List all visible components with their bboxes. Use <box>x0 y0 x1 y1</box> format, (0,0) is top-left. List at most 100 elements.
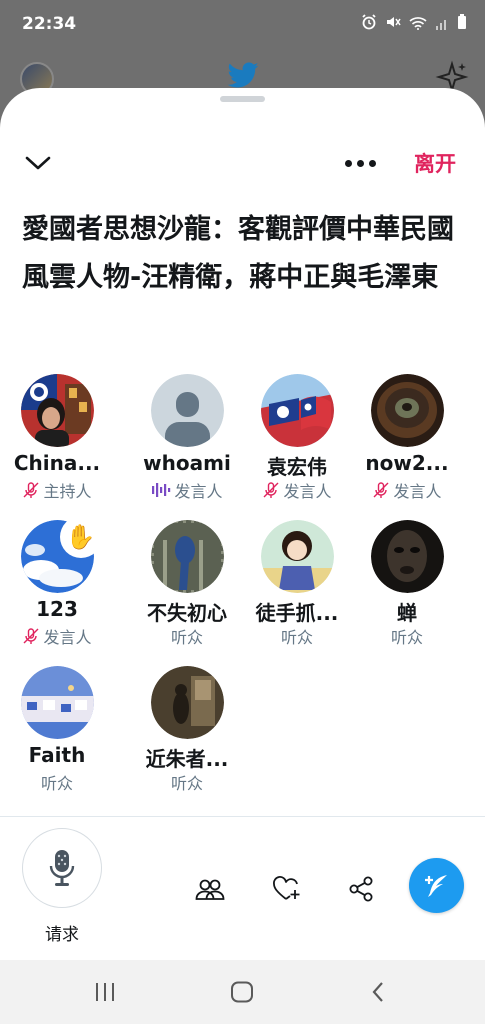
avatar[interactable] <box>20 666 94 739</box>
participant-name: China... <box>13 451 101 475</box>
participant-role: 听众 <box>242 625 352 647</box>
status-icons <box>361 14 467 34</box>
compose-tweet-button[interactable] <box>409 858 464 913</box>
speaking-wave-icon <box>152 483 171 497</box>
participant-name: Faith <box>28 743 86 767</box>
avatar[interactable] <box>150 666 224 739</box>
avatar[interactable] <box>150 374 224 447</box>
participant-role: 发言人 <box>2 625 112 647</box>
participant-role-label: 发言人 <box>174 482 223 501</box>
participant-role-label: 听众 <box>170 628 203 647</box>
participant[interactable]: 不失初心 听众 <box>132 520 242 647</box>
request-label: 请求 <box>45 925 79 945</box>
avatar[interactable] <box>370 374 444 447</box>
participant-role-label: 听众 <box>170 774 203 793</box>
home-icon <box>231 981 253 1003</box>
recent-apps-button[interactable] <box>85 978 125 1006</box>
participant-avatar-image <box>370 520 444 593</box>
participant-role: 听众 <box>132 771 242 793</box>
participant[interactable]: 袁宏伟 发言人 <box>242 374 352 501</box>
participant[interactable]: 近朱者... 听众 <box>132 666 242 793</box>
participant-name: 袁宏伟 <box>267 455 327 479</box>
share-icon <box>349 876 373 902</box>
people-button[interactable] <box>193 874 227 904</box>
signal-icon <box>435 15 449 34</box>
participant-avatar-image <box>20 666 94 739</box>
participant-role: 听众 <box>132 625 242 647</box>
participant-role: 听众 <box>2 771 112 793</box>
home-button[interactable] <box>222 978 262 1006</box>
participant-role-label: 听众 <box>280 628 313 647</box>
participant-role: 发言人 <box>352 479 462 501</box>
participant-role-label: 主持人 <box>43 482 92 501</box>
feather-plus-icon <box>424 874 447 897</box>
participant-name: 不失初心 <box>147 601 227 625</box>
participant[interactable]: China... 主持人 <box>2 374 112 501</box>
status-time: 22:34 <box>22 14 77 34</box>
participant[interactable]: Faith 听众 <box>2 666 112 793</box>
participant[interactable]: now2... 发言人 <box>352 374 462 501</box>
sheet-grabber[interactable] <box>220 96 265 102</box>
participant-name: 蝉 <box>397 601 417 625</box>
participant-name: now2... <box>365 451 449 475</box>
participant-avatar-image <box>370 374 444 447</box>
participant-role-label: 听众 <box>40 774 73 793</box>
status-bar: 22:34 <box>0 0 485 48</box>
participant-role-label: 听众 <box>390 628 423 647</box>
participant-role: 发言人 <box>242 479 352 501</box>
participant-name: whoami <box>143 451 231 475</box>
share-button[interactable] <box>344 874 378 904</box>
avatar[interactable]: ✋ <box>20 516 102 593</box>
chevron-down-icon <box>25 156 51 170</box>
alarm-icon <box>361 14 377 34</box>
space-title: 愛國者思想沙龍：客觀評價中華民國風雲人物-汪精衛，蔣中正與毛澤東 <box>22 214 454 293</box>
participant[interactable]: whoami 发言人 <box>132 374 242 501</box>
mute-icon <box>385 14 401 34</box>
mic-muted-icon <box>373 482 389 498</box>
participant-role: 主持人 <box>2 479 112 501</box>
participant-name: 近朱者... <box>145 747 229 771</box>
participant-name: 123 <box>36 597 78 621</box>
request-mic-button[interactable] <box>22 828 102 908</box>
avatar[interactable] <box>20 374 94 447</box>
participant[interactable]: 徒手抓... 听众 <box>242 520 352 647</box>
footer-divider <box>0 816 485 817</box>
participant-role-label: 发言人 <box>43 628 92 647</box>
leave-button[interactable]: 离开 <box>414 148 456 178</box>
back-button[interactable] <box>358 978 398 1006</box>
avatar[interactable] <box>260 374 334 447</box>
more-options-button[interactable] <box>340 152 380 174</box>
avatar[interactable] <box>150 520 224 593</box>
like-button[interactable] <box>270 874 304 904</box>
collapse-button[interactable] <box>22 150 54 176</box>
participant-role-label: 发言人 <box>283 482 332 501</box>
heart-plus-icon <box>273 876 300 900</box>
participant[interactable]: 蝉 听众 <box>352 520 462 647</box>
mic-muted-icon <box>263 482 279 498</box>
participant-role-label: 发言人 <box>393 482 442 501</box>
microphone-icon <box>49 850 75 886</box>
raised-hand-icon: ✋ <box>59 516 102 558</box>
system-nav-bar <box>0 960 485 1024</box>
more-dot <box>356 159 364 167</box>
participant-avatar-image <box>260 520 334 593</box>
space-sheet: 离开 愛國者思想沙龍：客觀評價中華民國風雲人物-汪精衛，蔣中正與毛澤東 Chin… <box>0 88 485 1024</box>
mic-muted-icon <box>23 628 39 644</box>
more-dot <box>368 159 376 167</box>
default-avatar-image <box>150 374 224 447</box>
participant-avatar-image <box>260 374 334 447</box>
participant-role: 发言人 <box>132 479 242 501</box>
participant[interactable]: ✋ 123 发言人 <box>2 516 112 647</box>
recent-apps-icon <box>96 983 114 1001</box>
participant-avatar-image <box>150 666 224 739</box>
people-icon <box>195 879 225 900</box>
wifi-icon <box>409 15 427 34</box>
back-chevron-icon <box>372 982 383 1002</box>
avatar[interactable] <box>260 520 334 593</box>
more-dots-icon <box>344 159 352 167</box>
participant-avatar-image <box>20 374 94 447</box>
participant-name: 徒手抓... <box>255 601 339 625</box>
participant-avatar-image <box>150 520 224 593</box>
avatar[interactable] <box>370 520 444 593</box>
battery-icon <box>457 14 467 34</box>
